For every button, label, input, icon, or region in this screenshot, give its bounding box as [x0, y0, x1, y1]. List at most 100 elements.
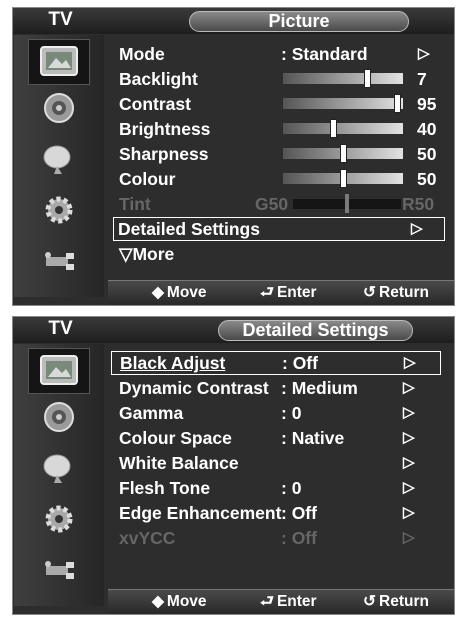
return-hint-label: Return	[379, 284, 429, 301]
brightness-value: 40	[417, 119, 437, 139]
black-adjust-label: Black Adjust	[120, 353, 226, 373]
tint-row: Tint G50 R50	[115, 192, 443, 216]
colour-space-label: Colour Space	[119, 428, 232, 448]
tint-slider-knob	[345, 194, 349, 213]
edge-enhancement-arrow-icon: ▷	[403, 504, 415, 521]
gamma-row[interactable]: Gamma : 0 ▷	[115, 401, 443, 425]
return-hint: ↺ Return	[363, 592, 429, 611]
bottom-hint-bar: ◆ Move ⮐ Enter ↺ Return	[108, 280, 454, 305]
detailed-settings-label: Detailed Settings	[118, 219, 260, 239]
input-icon[interactable]	[40, 245, 78, 277]
detailed-settings-screen: TV Detailed Settings Black Adjust : Off …	[12, 316, 455, 615]
sharpness-slider[interactable]	[283, 144, 403, 163]
enter-icon: ⮐	[260, 593, 274, 610]
picture-settings-list: Mode : Standard ▷ Backlight 7 Contrast 9…	[107, 35, 449, 281]
move-icon: ◆	[152, 284, 164, 301]
black-adjust-arrow-icon: ▷	[404, 354, 416, 371]
channel-icon[interactable]	[40, 451, 78, 483]
dynamic-contrast-value: : Medium	[281, 378, 358, 398]
flesh-tone-arrow-icon: ▷	[403, 479, 415, 496]
return-hint: ↺ Return	[363, 283, 429, 302]
brightness-row[interactable]: Brightness 40	[115, 117, 443, 141]
xvycc-row: xvYCC : Off ▷	[115, 526, 443, 550]
menu-title: Detailed Settings	[218, 320, 413, 341]
black-adjust-value: : Off	[282, 353, 318, 373]
return-icon: ↺	[363, 593, 376, 610]
flesh-tone-value: : 0	[281, 478, 302, 498]
more-label: ▽More	[119, 244, 175, 264]
black-adjust-row[interactable]: Black Adjust : Off ▷	[111, 351, 441, 375]
colour-space-arrow-icon: ▷	[403, 429, 415, 446]
sound-icon[interactable]	[40, 400, 78, 432]
return-hint-label: Return	[379, 593, 429, 610]
mode-row[interactable]: Mode : Standard ▷	[115, 42, 443, 66]
setup-icon[interactable]	[40, 193, 78, 225]
edge-enhancement-row[interactable]: Edge Enhancement : Off ▷	[115, 501, 443, 525]
more-row[interactable]: ▽More	[115, 242, 443, 266]
sidebar	[14, 35, 104, 297]
contrast-row[interactable]: Contrast 95	[115, 92, 443, 116]
top-bar: TV Detailed Settings	[13, 317, 454, 343]
colour-space-value: : Native	[281, 428, 345, 448]
colour-space-row[interactable]: Colour Space : Native ▷	[115, 426, 443, 450]
detailed-settings-row[interactable]: Detailed Settings ▷	[113, 217, 445, 241]
colour-label: Colour	[119, 169, 176, 189]
backlight-row[interactable]: Backlight 7	[115, 67, 443, 91]
white-balance-row[interactable]: White Balance ▷	[115, 451, 443, 475]
tint-green-label: G50	[255, 194, 289, 214]
sharpness-slider-knob[interactable]	[340, 144, 347, 163]
backlight-value: 7	[417, 69, 427, 89]
flesh-tone-label: Flesh Tone	[119, 478, 211, 498]
return-icon: ↺	[363, 284, 376, 301]
gamma-label: Gamma	[119, 403, 184, 423]
move-hint: ◆ Move	[152, 283, 207, 302]
backlight-slider-knob[interactable]	[364, 69, 371, 88]
colour-slider[interactable]	[283, 169, 403, 188]
dynamic-contrast-label: Dynamic Contrast	[119, 378, 269, 398]
picture-icon[interactable]	[28, 348, 90, 394]
picture-menu-screen: TV Picture Mode : Standard ▷ Backlight 7	[12, 7, 455, 306]
tint-red-label: R50	[402, 194, 435, 214]
colour-row[interactable]: Colour 50	[115, 167, 443, 191]
enter-hint: ⮐ Enter	[260, 592, 317, 611]
dynamic-contrast-row[interactable]: Dynamic Contrast : Medium ▷	[115, 376, 443, 400]
brightness-slider-knob[interactable]	[330, 119, 338, 138]
top-bar: TV Picture	[13, 8, 454, 34]
backlight-slider[interactable]	[283, 69, 403, 88]
setup-icon[interactable]	[40, 502, 78, 534]
detailed-settings-arrow-icon: ▷	[411, 220, 423, 237]
brightness-label: Brightness	[119, 119, 211, 139]
mode-label: Mode	[119, 44, 165, 64]
picture-icon[interactable]	[28, 39, 90, 85]
gamma-value: : 0	[281, 403, 302, 423]
sound-icon[interactable]	[40, 91, 78, 123]
detailed-settings-list: Black Adjust : Off ▷ Dynamic Contrast : …	[107, 344, 449, 590]
dynamic-contrast-arrow-icon: ▷	[403, 379, 415, 396]
flesh-tone-row[interactable]: Flesh Tone : 0 ▷	[115, 476, 443, 500]
edge-enhancement-value: : Off	[281, 503, 317, 523]
bottom-hint-bar: ◆ Move ⮐ Enter ↺ Return	[108, 589, 454, 614]
mode-arrow-icon: ▷	[418, 45, 430, 62]
contrast-slider-knob[interactable]	[394, 94, 401, 113]
xvycc-value: : Off	[281, 528, 317, 548]
channel-icon[interactable]	[40, 142, 78, 174]
backlight-label: Backlight	[119, 69, 198, 89]
sharpness-row[interactable]: Sharpness 50	[115, 142, 443, 166]
sharpness-value: 50	[417, 144, 437, 164]
input-icon[interactable]	[40, 554, 78, 586]
white-balance-arrow-icon: ▷	[403, 454, 415, 471]
move-icon: ◆	[152, 593, 164, 610]
colour-value: 50	[417, 169, 437, 189]
sharpness-label: Sharpness	[119, 144, 209, 164]
contrast-value: 95	[417, 94, 437, 114]
xvycc-arrow-icon: ▷	[403, 529, 415, 546]
tv-label: TV	[48, 9, 73, 30]
contrast-label: Contrast	[119, 94, 191, 114]
contrast-slider[interactable]	[283, 94, 403, 113]
brightness-slider[interactable]	[283, 119, 403, 138]
enter-hint-label: Enter	[276, 593, 317, 610]
gamma-arrow-icon: ▷	[403, 404, 415, 421]
enter-icon: ⮐	[260, 284, 274, 301]
mode-value: : Standard	[281, 44, 368, 64]
colour-slider-knob[interactable]	[340, 169, 347, 188]
